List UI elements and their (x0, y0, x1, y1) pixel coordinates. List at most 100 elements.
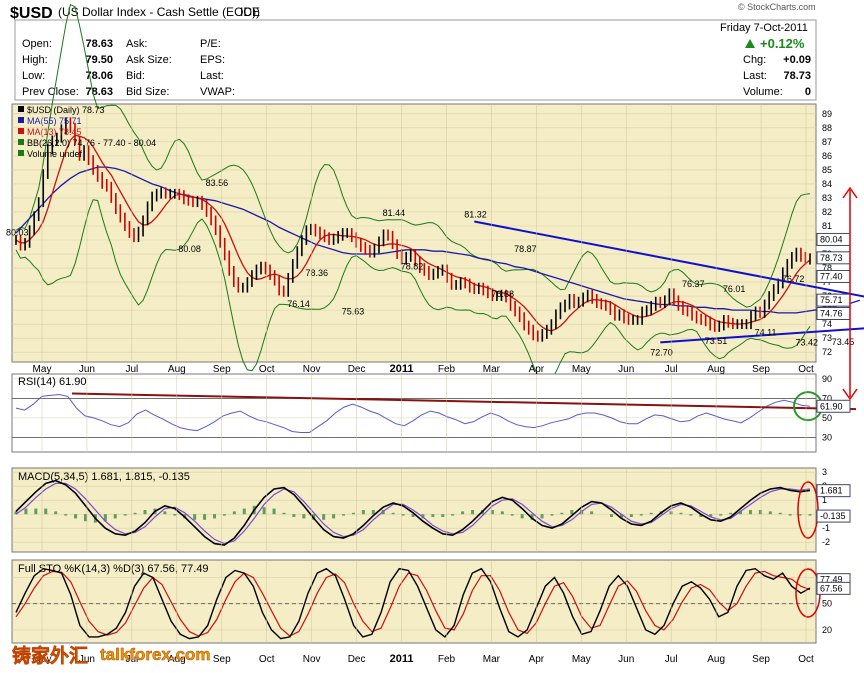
price-tick-label: 82 (822, 207, 832, 217)
price-annotation: 75.63 (342, 306, 365, 316)
rsi-tick-label: 50 (822, 413, 832, 423)
watermark-cn: 铸家外汇 (12, 644, 88, 667)
quote-value: 0 (805, 86, 811, 98)
quote-value: 79.50 (85, 54, 113, 66)
price-annotation: 80.08 (178, 244, 201, 254)
price-annotation: 73.42 (795, 337, 818, 347)
x-tick-label: May (572, 364, 591, 375)
x-tick-label-bottom: Mar (483, 654, 501, 665)
quote-value: 78.63 (85, 38, 113, 50)
macd-panel: -2-10123MACD(5,34,5) 1.681, 1.815, -0.13… (11, 467, 851, 553)
sto-tick-label: 20 (822, 625, 832, 635)
quote-label: Volume: (743, 86, 783, 98)
price-tag-label: 77.40 (820, 271, 843, 281)
x-tick-label-bottom: Oct (259, 654, 275, 665)
quote-value: 78.63 (85, 86, 113, 98)
x-tick-label-bottom: Sep (213, 654, 231, 665)
x-tick-label: Oct (798, 364, 814, 375)
price-annotation: 76.88 (491, 289, 514, 299)
quote-label: High: (22, 54, 48, 66)
instrument-name: (US Dollar Index - Cash Settle (EOD)) (58, 5, 260, 19)
x-tick-label: Jun (618, 364, 634, 375)
price-tick-label: 88 (822, 123, 832, 133)
rsi-tick-label: 90 (822, 374, 832, 384)
price-annotation: 78.36 (305, 268, 328, 278)
quote-label: P/E: (200, 38, 221, 50)
rsi-tag-label: 61.90 (820, 401, 843, 411)
macd-legend: MACD(5,34,5) 1.681, 1.815, -0.135 (18, 471, 190, 483)
stock-chart: $USD (US Dollar Index - Cash Settle (EOD… (6, 2, 864, 667)
price-annotation: 81.32 (464, 210, 487, 220)
copyright: © StockCharts.com (738, 2, 816, 12)
x-tick-label-bottom: 2011 (390, 653, 414, 665)
quote-value: 78.73 (783, 70, 811, 82)
price-tick-label: 74 (822, 319, 832, 329)
legend-swatch (18, 139, 24, 145)
legend-label: MA(55) 75.71 (27, 116, 82, 126)
price-tick-label: 84 (822, 179, 832, 189)
sto-legend: Full STO %K(14,3) %D(3) 67.56, 77.49 (18, 563, 209, 575)
price-tick-label: 86 (822, 151, 832, 161)
macd-tag-label: 1.681 (820, 486, 843, 496)
watermark-en: talkforex.com (100, 645, 211, 664)
price-annotation: 76.01 (723, 284, 746, 294)
price-tick-label: 72 (822, 347, 832, 357)
legend-swatch (18, 128, 24, 134)
macd-tick-label: 3 (822, 467, 827, 477)
rsi-tick-label: 30 (822, 432, 832, 442)
quote-label: EPS: (200, 54, 225, 66)
x-tick-label: Jul (125, 364, 138, 375)
legend-swatch (18, 150, 24, 156)
macd-tick-label: -2 (822, 537, 830, 547)
quote-label: Bid: (126, 70, 145, 82)
legend-label: $USD (Daily) 78.73 (27, 105, 105, 115)
x-tick-label-bottom: Aug (707, 654, 725, 665)
x-tick-label: Jun (79, 364, 95, 375)
x-tick-label: Sep (752, 364, 770, 375)
change-percent: +0.12% (760, 36, 805, 51)
price-annotation: 72.70 (650, 347, 673, 357)
quote-label: Last: (200, 70, 224, 82)
quote-label: Chg: (743, 54, 766, 66)
x-tick-label: Sep (213, 364, 231, 375)
exchange: ICE (240, 5, 260, 19)
price-annotation: 76.37 (682, 279, 705, 289)
x-tick-label-bottom: Jun (618, 654, 634, 665)
quote-date: Friday 7-Oct-2011 (720, 22, 808, 34)
x-tick-label: Mar (483, 364, 501, 375)
price-tick-label: 85 (822, 165, 832, 175)
price-annotation: 83.56 (206, 178, 229, 188)
price-annotation: 80.03 (6, 228, 29, 238)
x-tick-label-bottom: Sep (752, 654, 770, 665)
symbol: $USD (10, 5, 53, 22)
price-annotation: 73.45 (832, 337, 855, 347)
price-annotation: 78.82 (401, 262, 424, 272)
legend-swatch (18, 106, 24, 112)
x-tick-label: Dec (348, 364, 366, 375)
x-tick-label-bottom: Dec (348, 654, 366, 665)
price-tick-label: 89 (822, 109, 832, 119)
x-tick-label: 2011 (390, 363, 414, 375)
quote-label: Low: (22, 70, 45, 82)
price-annotation: 76.14 (287, 299, 310, 309)
quote-label: Last: (743, 70, 767, 82)
sto-tick-label: 50 (822, 599, 832, 609)
x-tick-label-bottom: Feb (438, 654, 456, 665)
x-tick-label: Aug (168, 364, 186, 375)
legend-swatch (18, 117, 24, 123)
rsi-panel-background (11, 373, 817, 453)
macd-tick-label: -1 (822, 523, 830, 533)
quote-label: Prev Close: (22, 86, 79, 98)
x-tick-label: May (33, 364, 52, 375)
price-annotation: 76.72 (782, 274, 805, 284)
sto-tag-label: 67.56 (820, 583, 843, 593)
rsi-panel: 30507090RSI(14) 61.9061.90 (11, 373, 857, 453)
price-tick-label: 73 (822, 333, 832, 343)
price-tag-label: 74.76 (820, 308, 843, 318)
quote-label: Open: (22, 38, 52, 50)
quote-value: +0.09 (783, 54, 811, 66)
chart-root: $USD (US Dollar Index - Cash Settle (EOD… (0, 0, 864, 668)
x-tick-label-bottom: Nov (303, 654, 321, 665)
price-annotation: 78.87 (514, 244, 537, 254)
x-tick-label: Apr (529, 364, 545, 375)
